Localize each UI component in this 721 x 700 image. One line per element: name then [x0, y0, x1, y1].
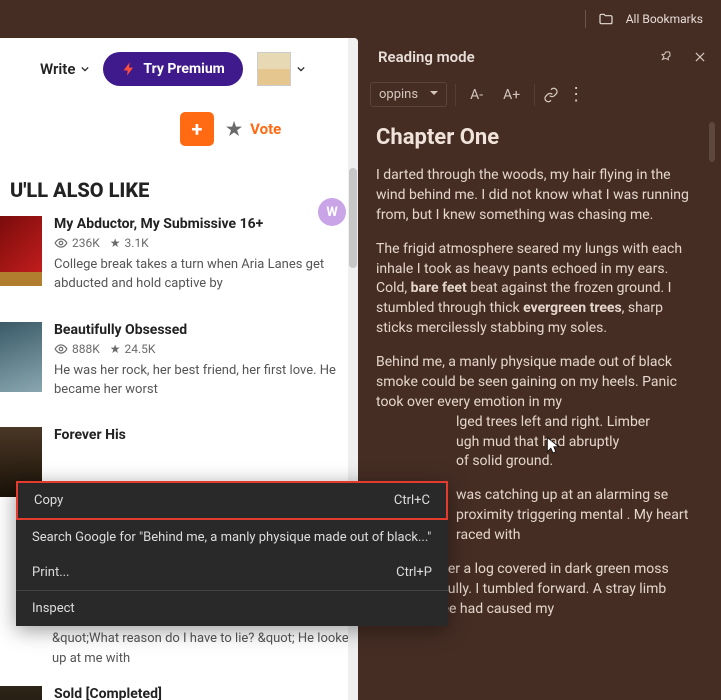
vote-label: Vote: [250, 120, 281, 138]
paragraph: The frigid atmosphere seared my lungs wi…: [376, 240, 699, 339]
lightning-icon: [121, 61, 137, 77]
book-title: Beautifully Obsessed: [54, 322, 348, 338]
vote-button[interactable]: ★ Vote: [226, 119, 281, 140]
paragraph: Behind me, a manly physique made out of …: [376, 353, 699, 472]
font-increase-button[interactable]: A+: [497, 85, 526, 105]
context-menu-inspect[interactable]: Inspect: [16, 591, 448, 626]
views-stat: 236K: [54, 236, 100, 250]
font-decrease-button[interactable]: A-: [464, 85, 489, 105]
chevron-down-icon: [81, 65, 89, 73]
paragraph: I darted through the woods, my hair flyi…: [376, 166, 699, 226]
book-cover: [0, 686, 42, 700]
chevron-down-icon: [297, 65, 305, 73]
write-label: Write: [40, 60, 75, 78]
menu-label: Search Google for "Behind me, a manly ph…: [32, 530, 431, 545]
scrollbar-thumb[interactable]: [349, 168, 357, 268]
section-heading: U'LL ALSO LIKE: [0, 170, 358, 216]
chapter-heading: Chapter One: [376, 125, 699, 150]
premium-label: Try Premium: [143, 61, 224, 77]
views-stat: 888K: [54, 342, 100, 356]
stars-stat: ★ 3.1K: [110, 236, 149, 250]
context-menu: Copy Ctrl+C Search Google for "Behind me…: [16, 481, 448, 626]
profile-dropdown[interactable]: [257, 52, 305, 86]
reading-mode-title: Reading mode: [378, 48, 475, 66]
community-badge[interactable]: W: [318, 198, 346, 226]
book-item[interactable]: Beautifully Obsessed 888K ★ 24.5K He was…: [0, 322, 358, 428]
menu-label: Copy: [34, 493, 63, 508]
menu-shortcut: Ctrl+C: [394, 493, 430, 508]
context-menu-print[interactable]: Print... Ctrl+P: [16, 555, 448, 590]
context-menu-search[interactable]: Search Google for "Behind me, a manly ph…: [16, 520, 448, 555]
font-selector[interactable]: oppins: [370, 82, 447, 107]
star-icon: ★: [226, 119, 242, 140]
add-button[interactable]: +: [180, 112, 214, 146]
folder-icon: [598, 11, 614, 27]
close-icon[interactable]: [693, 50, 707, 64]
reader-scrollbar-thumb[interactable]: [709, 122, 715, 162]
more-options-button[interactable]: ⋮: [567, 84, 585, 105]
book-item[interactable]: My Abductor, My Submissive 16+ 236K ★ 3.…: [0, 216, 358, 322]
book-title: My Abductor, My Submissive 16+: [54, 216, 348, 232]
avatar: [257, 52, 291, 86]
book-description: College break takes a turn when Aria Lan…: [54, 256, 348, 294]
book-title: Sold [Completed]: [54, 686, 348, 700]
book-cover: [0, 322, 42, 392]
eye-icon: [54, 342, 68, 356]
all-bookmarks-link[interactable]: All Bookmarks: [626, 12, 703, 26]
menu-label: Inspect: [32, 601, 75, 616]
book-item[interactable]: Sold [Completed]: [0, 686, 358, 700]
eye-icon: [54, 236, 68, 250]
book-description: He was her rock, her best friend, her fi…: [54, 362, 348, 400]
book-title: Forever His: [54, 427, 348, 443]
book-cover: [0, 216, 42, 286]
stars-stat: ★ 24.5K: [110, 342, 156, 356]
menu-label: Print...: [32, 565, 69, 580]
try-premium-button[interactable]: Try Premium: [103, 52, 242, 86]
write-dropdown[interactable]: Write: [40, 60, 89, 78]
link-icon[interactable]: [543, 87, 559, 103]
context-menu-copy[interactable]: Copy Ctrl+C: [16, 481, 448, 520]
menu-shortcut: Ctrl+P: [396, 565, 432, 580]
pin-icon[interactable]: [659, 50, 673, 64]
book-description-partial: &quot;What reason do I have to lie? &quo…: [0, 629, 358, 668]
